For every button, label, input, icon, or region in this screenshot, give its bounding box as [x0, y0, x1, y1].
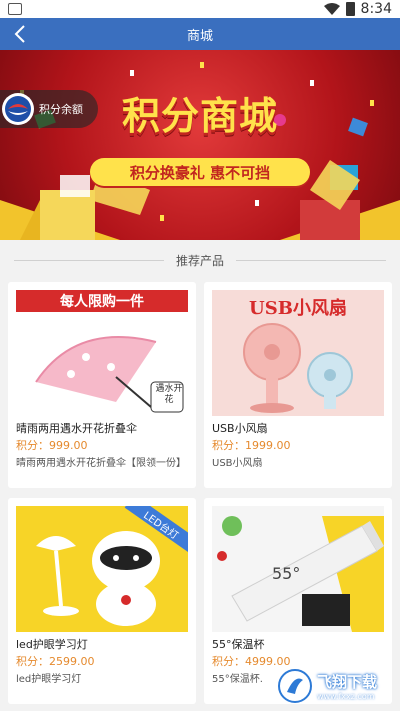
points-balance-label: 积分余额: [39, 103, 83, 116]
page-title: 商城: [186, 28, 213, 44]
promo-banner[interactable]: 积分商城 积分换豪礼 惠不可挡: [0, 50, 400, 240]
points-balance-button[interactable]: 积分余额: [0, 90, 98, 128]
wifi-icon: [323, 3, 340, 15]
battery-icon: [345, 2, 355, 16]
confetti: [370, 100, 374, 106]
product-price: 积分：2599.00: [16, 655, 95, 668]
product-image-banner: 每人限购一件: [16, 290, 188, 312]
product-image: 每人限购一件 遇水开花: [16, 290, 188, 416]
title-bar: 商城: [0, 18, 400, 50]
confetti: [160, 215, 164, 221]
banner-background-art: [0, 109, 400, 240]
fan-illustration: [243, 323, 353, 413]
watermark: 飞翔下载 www.fxxz.com: [277, 665, 392, 707]
status-right: 8:34: [323, 1, 392, 17]
watermark-url: www.fxxz.com: [317, 692, 375, 701]
product-description: USB小风扇: [212, 458, 263, 469]
section-header: 推荐产品: [0, 248, 400, 272]
notification-icon: [8, 3, 22, 15]
product-price: 积分：1999.00: [212, 439, 291, 452]
product-image: 55°: [212, 506, 384, 632]
watermark-logo-icon: [278, 669, 312, 703]
banner-subline: 积分换豪礼 惠不可挡: [90, 158, 310, 186]
confetti: [200, 62, 204, 68]
product-price: 积分：999.00: [16, 439, 88, 452]
product-card[interactable]: USB小风扇 USB小风扇 积分：1999.00 USB小风扇: [204, 282, 392, 488]
lamp-illustration: [36, 531, 160, 626]
product-image-tag: 遇水开花: [155, 384, 183, 405]
status-time: 8:34: [360, 1, 392, 17]
product-name: 55°保温杯: [212, 638, 265, 651]
product-description: led护眼学习灯: [16, 674, 82, 685]
section-title: 推荐产品: [175, 253, 224, 268]
product-card[interactable]: LED台灯 led护眼学习灯 积分：2599.00 led护眼学习灯: [8, 498, 196, 704]
divider: [236, 259, 386, 261]
product-image-banner: USB小风扇: [249, 298, 347, 319]
status-bar: 8:34: [0, 0, 400, 18]
back-button[interactable]: [8, 22, 32, 46]
product-image: LED台灯: [16, 506, 188, 632]
product-image: USB小风扇: [212, 290, 384, 416]
product-name: led护眼学习灯: [16, 638, 88, 651]
confetti: [255, 200, 259, 206]
back-arrow-icon: [14, 25, 25, 43]
product-name: 晴雨两用遇水开花折叠伞: [16, 422, 137, 435]
confetti: [130, 70, 134, 76]
brand-logo-icon: [2, 93, 34, 125]
banner-headline: 积分商城: [121, 93, 278, 138]
confetti: [310, 80, 314, 86]
product-name: USB小风扇: [212, 422, 268, 435]
watermark-name: 飞翔下载: [317, 673, 378, 691]
product-card[interactable]: 每人限购一件 遇水开花 晴雨两用遇水开花折叠伞 积分：999.00 晴雨两用遇水…: [8, 282, 196, 488]
product-image-banner: 55°: [272, 564, 301, 583]
product-description: 晴雨两用遇水开花折叠伞【限领一份】: [16, 458, 186, 469]
divider: [13, 259, 164, 261]
